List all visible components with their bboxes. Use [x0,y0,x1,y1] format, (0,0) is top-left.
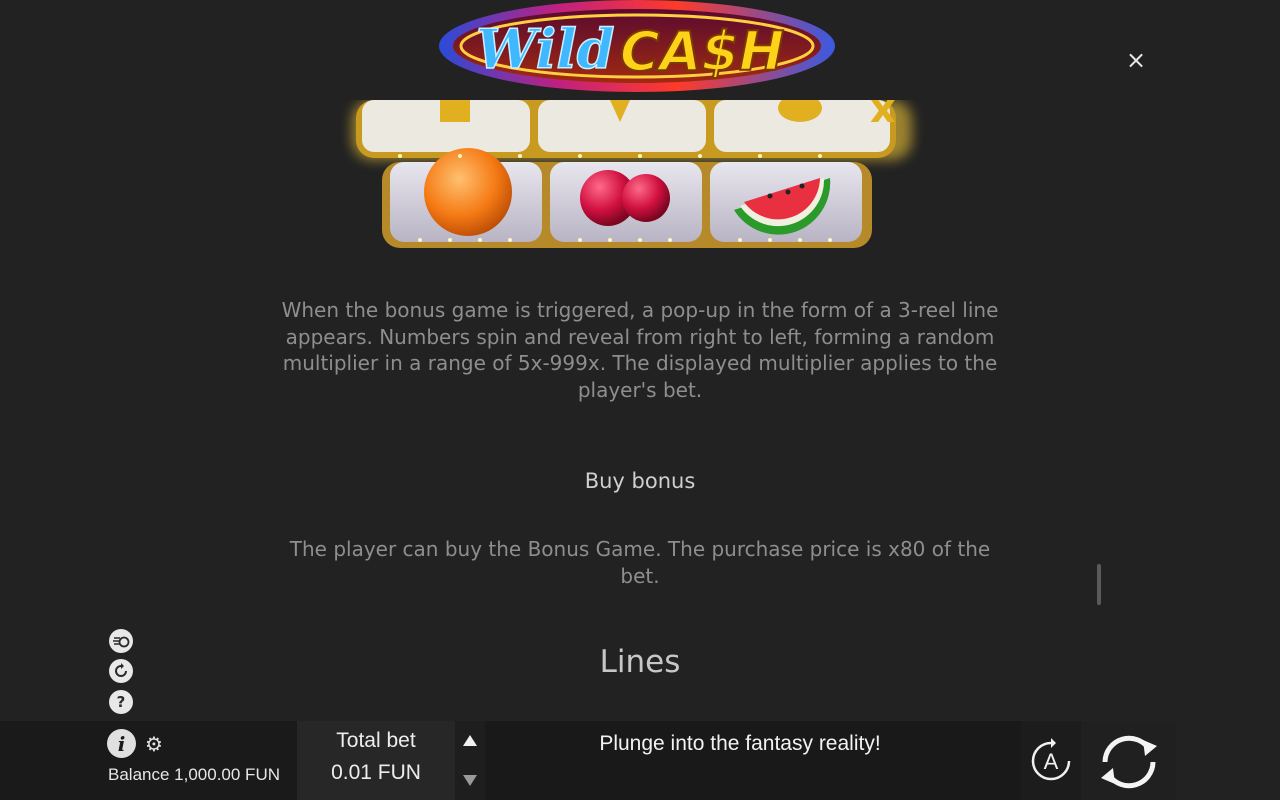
total-bet-value: 0.01 FUN [331,761,421,784]
logo-wild-text: Wild [476,17,614,81]
bottom-bar: i ⚙ Balance 1,000.00 FUN Total bet 0.01 … [0,721,1280,800]
bet-stepper [455,721,485,800]
settings-gear-icon[interactable]: ⚙ [145,734,165,754]
spin-button-icon[interactable] [1095,728,1163,796]
balance-readout: Balance 1,000.00 FUN [108,765,280,784]
game-rules-screen: Wild CA$H × x When the bonus game is tri… [0,0,1280,800]
autoplay-button[interactable]: A [1027,737,1075,785]
balance-panel: i ⚙ Balance 1,000.00 FUN [0,721,297,800]
bonus-reels-illustration: x [352,100,912,248]
logo-cash-text: CA$H [620,20,784,83]
turbo-glyph-icon [113,636,130,648]
info-icon[interactable]: i [107,729,136,758]
wild-cash-logo: Wild CA$H [439,0,835,92]
lines-heading: Lines [599,644,681,680]
message-panel: Plunge into the fantasy reality! [485,721,1021,800]
close-icon[interactable]: × [1122,46,1150,74]
total-bet-panel: Total bet 0.01 FUN [297,721,455,800]
total-bet-label: Total bet [336,729,416,752]
turbo-icon[interactable] [109,629,133,653]
autoplay-label: A [1044,749,1059,774]
bet-increase-arrow-icon[interactable] [463,735,477,746]
autoplay-panel: A [1021,721,1081,800]
refresh-glyph-icon [115,663,127,677]
buy-bonus-heading: Buy bonus [584,469,696,493]
orange-symbol [424,148,512,236]
refresh-icon[interactable] [109,659,133,683]
help-icon[interactable]: ? [109,690,133,714]
buy-bonus-description: The player can buy the Bonus Game. The p… [289,537,991,588]
bet-decrease-arrow-icon[interactable] [463,775,477,786]
cherries-symbol [580,170,670,226]
status-message: Plunge into the fantasy reality! [599,732,881,755]
bonus-description: When the bonus game is triggered, a pop-… [281,298,999,402]
scrollbar-thumb[interactable] [1097,564,1101,605]
spin-panel [1081,721,1176,800]
svg-text:x: x [870,100,896,132]
